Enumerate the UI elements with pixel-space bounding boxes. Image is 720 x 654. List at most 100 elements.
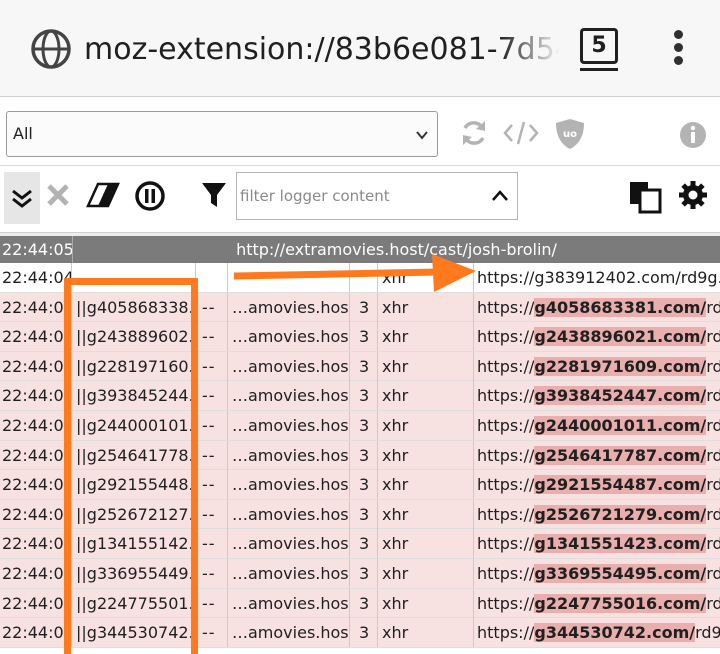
url-domain-highlight: g344530742.com/ (534, 623, 696, 643)
double-chevron-down-icon (12, 189, 32, 208)
context-cell: …amovies.host (228, 618, 350, 648)
time-cell: 22:44:04 (0, 351, 72, 381)
party-cell: 3 (350, 411, 378, 440)
url-domain-highlight: g3369554495.com/ (534, 564, 707, 583)
url-rest: rd9... (706, 534, 720, 554)
context-cell: …amovies.host (228, 322, 350, 352)
pause-icon[interactable] (134, 180, 166, 212)
context-cell: …amovies.host (228, 411, 350, 440)
ublock-shield-icon[interactable]: uo (554, 117, 586, 151)
url-prefix: https:// (477, 386, 535, 406)
filter-input[interactable]: filter logger content (236, 172, 518, 220)
url-cell: https://g2921554487.com/rd9... (474, 470, 720, 499)
type-cell: xhr (378, 559, 474, 588)
time-cell: 22:44:04 (0, 411, 72, 440)
url-prefix: https:// (477, 297, 535, 317)
time-cell: 22:44:04 (0, 588, 72, 618)
url-prefix: https:// (477, 475, 535, 495)
tab-counter-button[interactable]: 5 (580, 28, 618, 64)
url-domain-highlight: g2281971609.com/ (534, 356, 707, 376)
context-cell: …amovies.host (228, 440, 350, 470)
result-cell: -- (196, 559, 228, 588)
party-cell: 3 (350, 292, 378, 322)
url-prefix: https:// (477, 623, 535, 643)
url-prefix: https:// (477, 504, 535, 524)
context-cell: …amovies.host (228, 381, 350, 411)
time-cell: 22:44:04 (0, 440, 72, 470)
type-cell: xhr (378, 470, 474, 500)
code-icon[interactable] (503, 119, 539, 147)
time-cell: 22:44:04 (0, 618, 72, 648)
url-rest: rd9... (706, 297, 720, 317)
party-cell: 3 (350, 440, 378, 470)
collapse-toggle-button[interactable] (4, 172, 40, 224)
clear-x-icon[interactable] (46, 183, 70, 207)
url-rest: rd9... (706, 504, 720, 524)
url-cell: https://g3938452447.com/rd9... (474, 381, 720, 410)
gear-icon[interactable] (678, 180, 708, 210)
url-cell: https://g4058683381.com/rd9... (474, 293, 720, 322)
address-fade (500, 26, 560, 74)
party-cell: 3 (350, 559, 378, 588)
context-cell: …amovies.host (228, 559, 350, 588)
url-domain-highlight: g2438896021.com/ (534, 327, 707, 347)
url-prefix: https:// (477, 445, 535, 465)
copy-export-icon[interactable] (628, 180, 664, 214)
globe-icon[interactable] (30, 28, 72, 70)
svg-text:uo: uo (563, 129, 577, 140)
url-rest: rd9... (706, 327, 720, 347)
chevron-down-icon (416, 131, 428, 140)
result-cell: -- (196, 292, 228, 322)
url-rest: rd9... (706, 593, 720, 613)
party-cell: 3 (350, 529, 378, 559)
time-cell: 22:44:04 (0, 499, 72, 529)
url-prefix: https:// (477, 416, 535, 435)
party-cell: 3 (350, 381, 378, 411)
url-cell: https://g2438896021.com/rd9... (474, 322, 720, 351)
url-rest: rd9... (706, 356, 720, 376)
kebab-menu-icon[interactable] (672, 30, 684, 70)
address-bar[interactable]: moz-extension://83b6e081-7d54- (84, 26, 559, 74)
party-cell: 3 (350, 618, 378, 648)
time-cell: 22:44:04 (0, 381, 72, 411)
party-cell: 3 (350, 499, 378, 529)
url-cell: https://g2526721279.com/rd9... (474, 500, 720, 529)
time-cell: 22:44:04 (0, 292, 72, 322)
url-cell: https://g2247755016.com/rd9... (474, 589, 720, 618)
party-cell: 3 (350, 588, 378, 618)
logger-tab-selector-bar: All uo (0, 96, 720, 166)
browser-toolbar: moz-extension://83b6e081-7d54- 5 (0, 0, 720, 96)
reload-icon[interactable] (458, 117, 490, 149)
result-cell: -- (196, 588, 228, 618)
time-cell: 22:44:04 (0, 470, 72, 500)
url-domain-highlight: g3938452447.com/ (534, 386, 707, 406)
type-cell: xhr (378, 499, 474, 529)
annotation-highlight-box (64, 278, 198, 654)
type-cell: xhr (378, 411, 474, 440)
result-cell: -- (196, 470, 228, 500)
page-row-time: 22:44:05 (2, 240, 74, 259)
party-cell: 3 (350, 470, 378, 500)
tab-select[interactable]: All (6, 111, 438, 157)
funnel-icon[interactable] (200, 180, 228, 210)
type-cell: xhr (378, 381, 474, 411)
time-cell: 22:44:04 (0, 529, 72, 559)
logger-toolbar: filter logger content (0, 166, 720, 232)
url-domain-highlight: g2546417787.com/ (534, 445, 707, 465)
info-icon[interactable] (679, 121, 707, 149)
url-cell: https://g1341551423.com/rd9... (474, 529, 720, 558)
url-domain-highlight: g2247755016.com/ (534, 593, 707, 613)
url-domain-highlight: g1341551423.com/ (534, 534, 707, 554)
context-cell: …amovies.host (228, 499, 350, 529)
type-cell: xhr (378, 588, 474, 618)
url-cell: https://g2281971609.com/rd9... (474, 352, 720, 381)
url-rest: rd9... (706, 475, 720, 495)
chevron-up-icon[interactable] (491, 189, 509, 203)
url-prefix: https:// (477, 564, 535, 583)
result-cell: -- (196, 411, 228, 440)
url-rest: rd9... (706, 445, 720, 465)
context-cell: …amovies.host (228, 351, 350, 381)
url-cell: https://g383912402.com/rd9g... (477, 268, 720, 287)
type-cell: xhr (378, 292, 474, 322)
eraser-icon[interactable] (84, 180, 122, 210)
